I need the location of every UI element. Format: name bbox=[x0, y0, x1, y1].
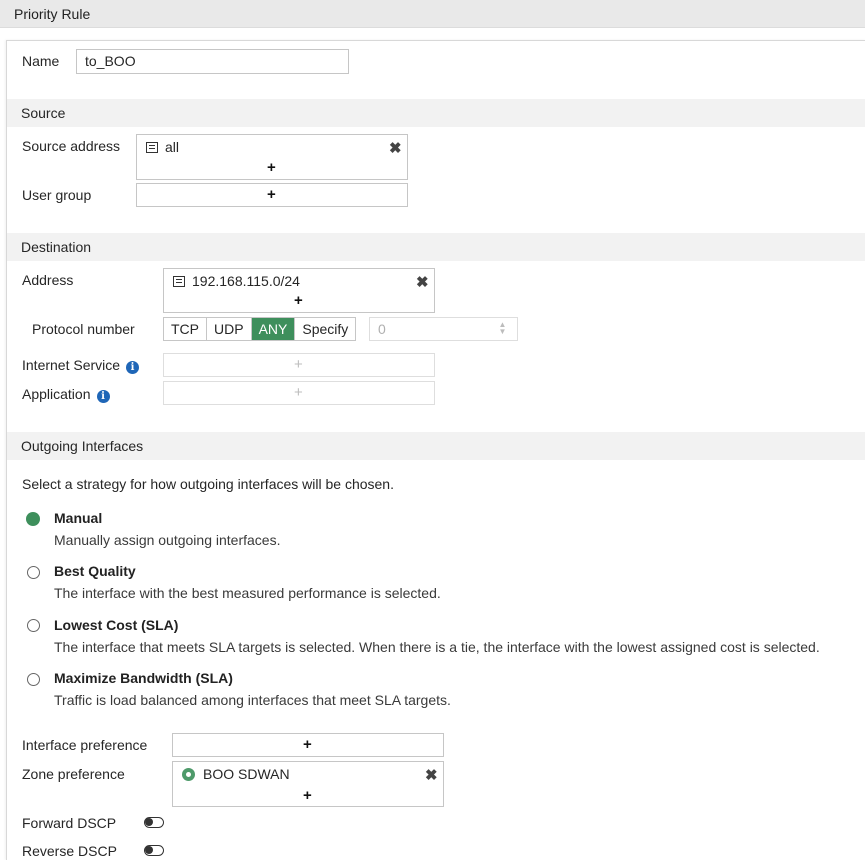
strategy-manual-radio[interactable] bbox=[26, 512, 40, 526]
strategy-lowest-cost-radio[interactable] bbox=[27, 619, 40, 632]
protocol-number-input[interactable]: 0 ▲ ▼ bbox=[369, 317, 518, 341]
reverse-dscp-toggle[interactable] bbox=[144, 845, 164, 856]
source-address-entry[interactable]: all bbox=[146, 139, 179, 155]
application-label: Application i bbox=[22, 386, 110, 403]
internet-service-label: Internet Service i bbox=[22, 357, 140, 374]
zone-preference-field[interactable]: BOO SDWAN ✖ + bbox=[172, 761, 444, 807]
strategy-maximize-bandwidth-radio[interactable] bbox=[27, 673, 40, 686]
internet-service-field[interactable]: + bbox=[163, 353, 435, 377]
strategy-best-quality-desc: The interface with the best measured per… bbox=[54, 585, 441, 601]
info-icon[interactable]: i bbox=[126, 361, 140, 374]
plus-icon[interactable]: + bbox=[267, 187, 276, 202]
plus-icon[interactable]: + bbox=[294, 357, 303, 372]
application-field[interactable]: + bbox=[163, 381, 435, 405]
plus-icon[interactable]: + bbox=[303, 788, 312, 803]
destination-address-label: Address bbox=[22, 272, 74, 288]
forward-dscp-toggle[interactable] bbox=[144, 817, 164, 828]
address-object-icon bbox=[173, 276, 185, 287]
section-destination-heading: Destination bbox=[21, 239, 92, 255]
protocol-number-value: 0 bbox=[378, 321, 386, 337]
section-outgoing-interfaces: Outgoing Interfaces bbox=[7, 432, 865, 460]
protocol-option-any[interactable]: ANY bbox=[251, 318, 296, 340]
protocol-selector: TCP UDP ANY Specify bbox=[163, 317, 357, 341]
strategy-lowest-cost-title[interactable]: Lowest Cost (SLA) bbox=[54, 617, 178, 633]
interface-preference-field[interactable]: + bbox=[172, 733, 444, 757]
zone-entry[interactable]: BOO SDWAN bbox=[182, 766, 290, 782]
info-icon[interactable]: i bbox=[96, 390, 110, 403]
reverse-dscp-label: Reverse DSCP bbox=[22, 843, 117, 859]
title-bar: Priority Rule bbox=[0, 0, 865, 28]
plus-icon[interactable]: + bbox=[294, 293, 303, 308]
strategy-intro: Select a strategy for how outgoing inter… bbox=[22, 476, 394, 492]
address-object-icon bbox=[146, 142, 158, 153]
name-input[interactable]: to_BOO bbox=[76, 49, 349, 74]
section-source-heading: Source bbox=[21, 105, 66, 121]
plus-icon[interactable]: + bbox=[267, 160, 276, 175]
protocol-option-udp[interactable]: UDP bbox=[207, 318, 252, 340]
destination-address-entry[interactable]: 192.168.115.0/24 bbox=[173, 273, 300, 289]
close-icon[interactable]: ✖ bbox=[425, 768, 438, 783]
strategy-lowest-cost-desc: The interface that meets SLA targets is … bbox=[54, 639, 820, 655]
protocol-option-specify[interactable]: Specify bbox=[295, 318, 355, 340]
strategy-best-quality-title[interactable]: Best Quality bbox=[54, 563, 136, 579]
page-title: Priority Rule bbox=[14, 6, 91, 22]
zone-icon bbox=[182, 768, 195, 781]
destination-address-field[interactable]: 192.168.115.0/24 ✖ + bbox=[163, 268, 435, 313]
strategy-maximize-bandwidth-title[interactable]: Maximize Bandwidth (SLA) bbox=[54, 670, 233, 686]
user-group-label: User group bbox=[22, 187, 92, 203]
source-address-label: Source address bbox=[22, 138, 121, 154]
zone-preference-label: Zone preference bbox=[22, 766, 125, 782]
close-icon[interactable]: ✖ bbox=[416, 275, 429, 290]
protocol-number-label: Protocol number bbox=[32, 321, 135, 337]
stepper-arrows-icon[interactable]: ▲ ▼ bbox=[498, 321, 507, 336]
strategy-maximize-bandwidth-desc: Traffic is load balanced among interface… bbox=[54, 692, 451, 708]
close-icon[interactable]: ✖ bbox=[389, 141, 402, 156]
section-outgoing-heading: Outgoing Interfaces bbox=[21, 438, 144, 454]
user-group-field[interactable]: + bbox=[136, 183, 408, 207]
source-address-field[interactable]: all ✖ + bbox=[136, 134, 408, 180]
section-source: Source bbox=[7, 99, 865, 127]
name-label: Name bbox=[22, 53, 60, 69]
forward-dscp-label: Forward DSCP bbox=[22, 815, 117, 831]
strategy-manual-desc: Manually assign outgoing interfaces. bbox=[54, 532, 281, 548]
plus-icon[interactable]: + bbox=[294, 385, 303, 400]
section-destination: Destination bbox=[7, 233, 865, 261]
strategy-best-quality-radio[interactable] bbox=[27, 566, 40, 579]
protocol-option-tcp[interactable]: TCP bbox=[164, 318, 207, 340]
plus-icon[interactable]: + bbox=[303, 737, 312, 752]
interface-preference-label: Interface preference bbox=[22, 737, 148, 753]
strategy-manual-title[interactable]: Manual bbox=[54, 510, 102, 526]
